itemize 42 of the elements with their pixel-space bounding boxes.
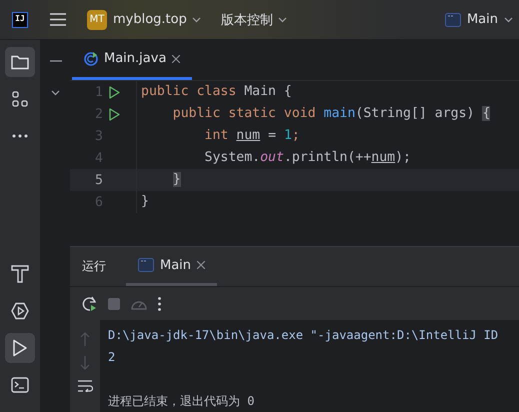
code-line: } (136, 191, 149, 213)
panel-title: 运行 (82, 258, 106, 275)
line-number: 5 (94, 172, 103, 188)
menu-icon (50, 13, 66, 26)
run-icon (12, 339, 28, 357)
rerun-icon[interactable] (82, 296, 98, 312)
services-icon (11, 302, 29, 320)
chevron-down-icon (192, 16, 201, 22)
vcs-menu[interactable]: 版本控制 (220, 10, 287, 28)
editor-tab[interactable]: Main.java (72, 40, 192, 80)
more-vertical-icon[interactable] (158, 296, 161, 310)
console-line: D:\java-jdk-17\bin\java.exe "-javaagent:D:\IntelliJ ID (108, 327, 498, 344)
chevron-down-icon (278, 16, 287, 22)
structure-icon (12, 91, 28, 107)
close-icon[interactable] (197, 261, 206, 269)
run-gutter-icon[interactable] (109, 108, 120, 120)
fold-icon[interactable] (51, 90, 60, 96)
menu-button[interactable] (50, 13, 66, 26)
java-class-icon (84, 52, 98, 66)
terminal-icon (11, 377, 29, 393)
console-line: 进程已结束，退出代码为 0 (108, 393, 256, 410)
code-line: int num = 1; (136, 125, 300, 147)
hammer-icon (11, 265, 29, 283)
window-icon (138, 258, 154, 272)
folder-icon (11, 54, 29, 70)
run-gutter-icon[interactable] (109, 86, 120, 98)
code-line: } (136, 169, 181, 191)
chevron-down-icon (504, 16, 513, 22)
project-selector[interactable]: myblog.top (113, 12, 201, 27)
window-icon (444, 12, 461, 26)
soft-wrap-icon[interactable] (77, 380, 93, 392)
project-badge: MT (87, 10, 107, 30)
minimize-icon[interactable] (50, 60, 62, 62)
app-logo[interactable]: IJ (12, 12, 28, 28)
console-line: 2 (108, 349, 116, 366)
close-icon[interactable] (172, 54, 180, 62)
more-icon (12, 134, 28, 138)
code-line: public static void main(String[] args) { (136, 103, 490, 125)
folder-tool-button[interactable] (5, 47, 35, 77)
code-line: public class Main { (136, 81, 292, 103)
run-config-selector[interactable]: Main (444, 12, 513, 27)
run-tool-button[interactable] (5, 333, 35, 363)
